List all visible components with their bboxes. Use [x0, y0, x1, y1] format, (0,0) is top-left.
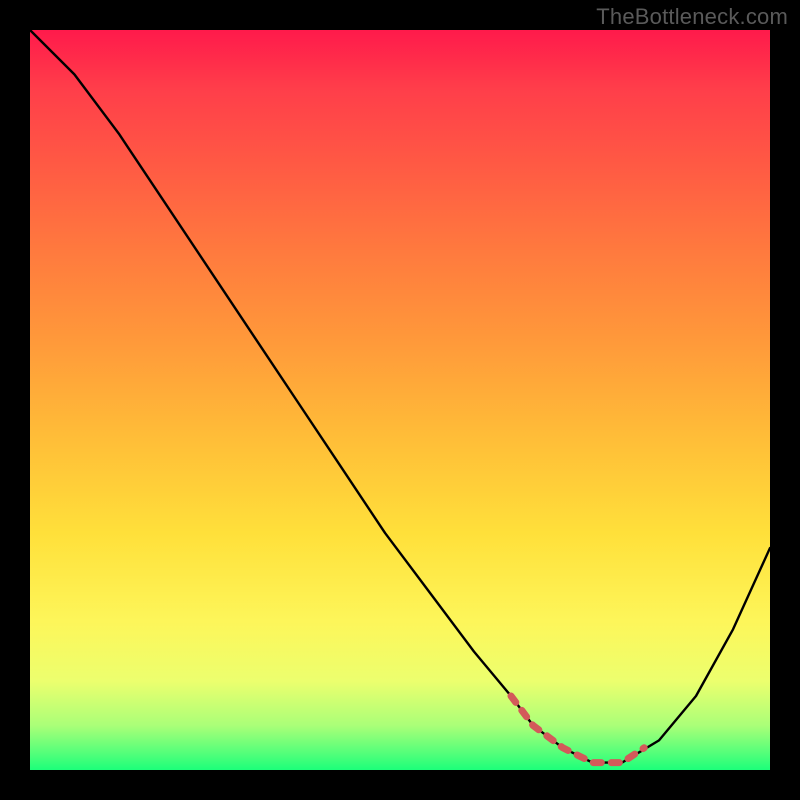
curve-path [30, 30, 770, 763]
bottleneck-curve [30, 30, 770, 770]
watermark-text: TheBottleneck.com [596, 4, 788, 30]
marker-segment [511, 696, 644, 763]
bottleneck-chart [30, 30, 770, 770]
